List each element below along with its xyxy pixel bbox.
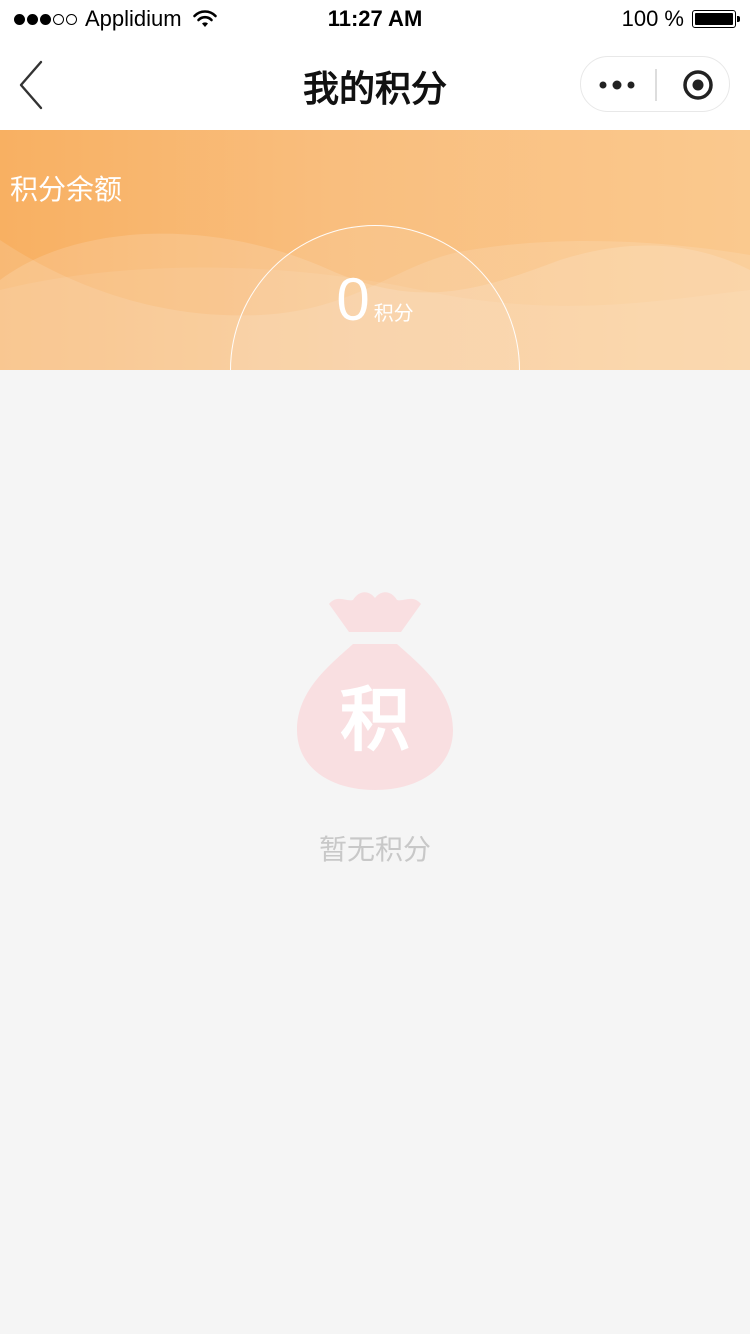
- money-bag-label: 积: [340, 679, 410, 761]
- page: Applidium 11:27 AM 100 % 我的积分 积分余额 0 积分 …: [0, 0, 750, 1334]
- balance-unit: 积分: [373, 303, 414, 325]
- points-balance-banner: 积分余额 0 积分: [0, 130, 750, 370]
- battery-percent: 100 %: [621, 6, 684, 31]
- status-bar: Applidium 11:27 AM 100 %: [0, 0, 750, 40]
- balance-value: 0: [336, 266, 370, 333]
- balance-label: 积分余额: [10, 174, 123, 205]
- nav-bar: 我的积分: [0, 40, 750, 130]
- money-bag-icon: 积: [297, 592, 453, 790]
- miniprogram-capsule: [580, 56, 730, 112]
- empty-state-message: 暂无积分: [318, 834, 431, 865]
- balance-display: 0 积分: [0, 265, 750, 334]
- more-dots-icon[interactable]: [581, 57, 655, 113]
- status-right: 100 %: [621, 6, 740, 32]
- battery-icon: [692, 10, 740, 28]
- target-close-icon[interactable]: [657, 57, 731, 113]
